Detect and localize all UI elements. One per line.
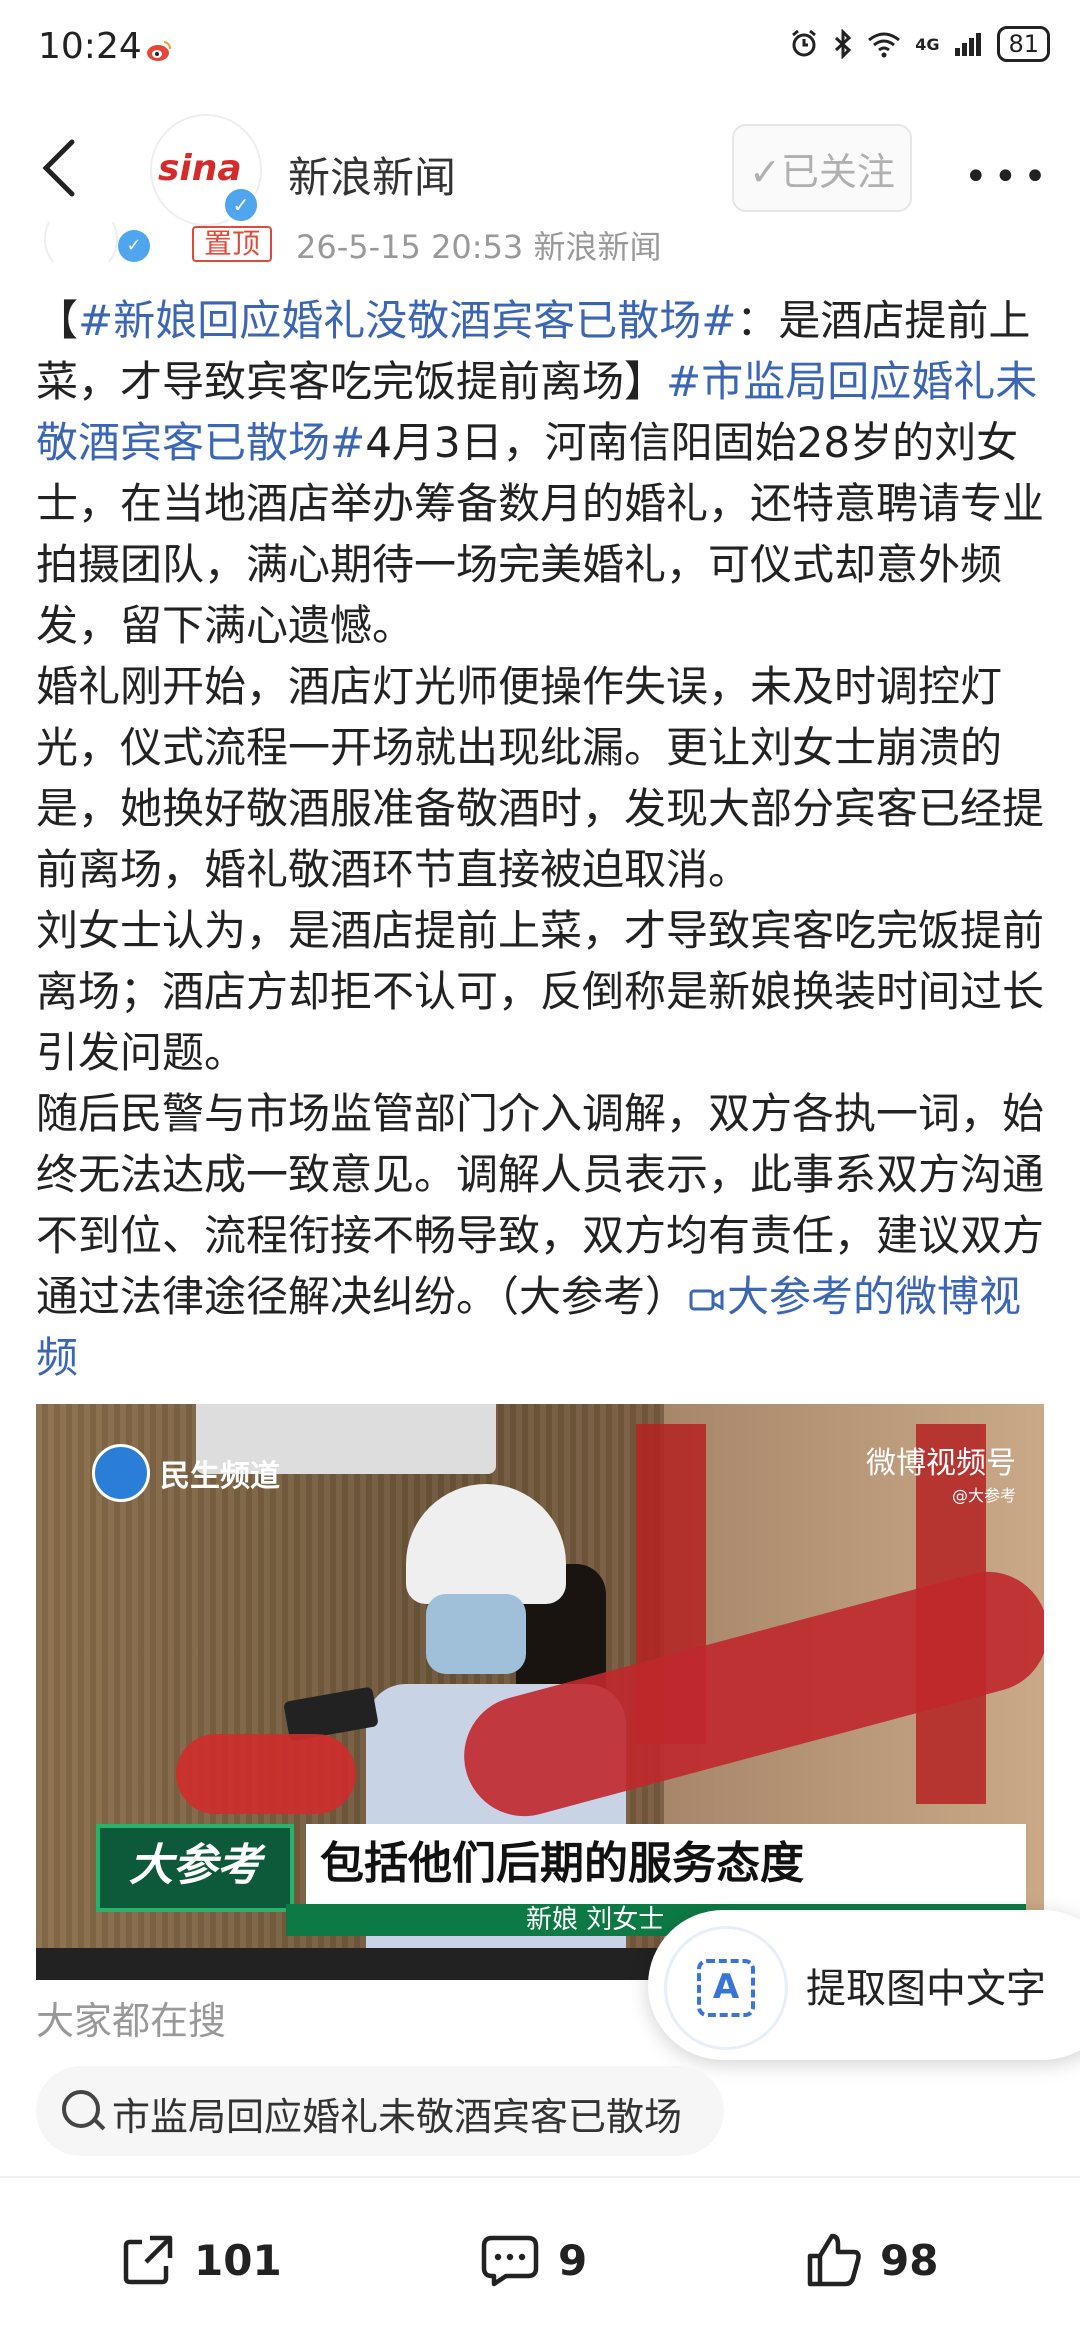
search-icon — [62, 2090, 100, 2128]
watermark-text: 微博视频号 — [866, 1446, 1016, 1481]
post-meta: ✓ 置顶 26-5-15 20:53 新浪新闻 — [0, 222, 1080, 262]
like-button[interactable]: 98 — [806, 2220, 938, 2300]
video-lower-third: 大参考 包括他们后期的服务态度 新娘 刘女士 — [96, 1824, 1026, 1936]
channel-logo: 民生频道 — [92, 1444, 280, 1502]
ocr-icon-letter: A — [697, 1959, 755, 2017]
weibo-video-watermark: 微博视频号 @大参考 — [866, 1438, 1016, 1506]
extract-text-button[interactable]: A 提取图中文字 — [648, 1910, 1080, 2060]
post-paragraph-1: 【#新娘回应婚礼没敬酒宾客已散场#：是酒店提前上菜，才导致宾客吃完饭提前离场】#… — [36, 290, 1046, 656]
account-name[interactable]: 新浪新闻 — [288, 144, 456, 205]
bracket-open: 【 — [36, 296, 79, 345]
video-player[interactable]: 民生频道 微博视频号 @大参考 大参考 包括他们后期的服务态度 新娘 刘女士 — [36, 1404, 1044, 1980]
extract-text-label: 提取图中文字 — [806, 1966, 1046, 2012]
post-time-source: 26-5-15 20:53 新浪新闻 — [296, 228, 662, 262]
weibo-notification-icon — [147, 41, 171, 61]
video-frame-mask — [426, 1594, 526, 1674]
wifi-icon — [868, 32, 901, 58]
share-button[interactable]: 101 — [120, 2220, 282, 2300]
trending-search-title: 大家都在搜 — [36, 1999, 227, 2043]
like-count: 98 — [880, 2235, 939, 2285]
ocr-icon: A — [664, 1926, 788, 2050]
thumbs-up-icon — [807, 2233, 861, 2287]
lower-third-caption: 包括他们后期的服务态度 — [306, 1824, 1026, 1904]
watermark-sub: @大参考 — [951, 1486, 1016, 1505]
follow-button[interactable]: ✓已关注 — [732, 124, 912, 212]
comment-icon — [481, 2235, 539, 2287]
4g-signal-icon — [955, 33, 982, 56]
post-content: 【#新娘回应婚礼没敬酒宾客已散场#：是酒店提前上菜，才导致宾客吃完饭提前离场】#… — [36, 290, 1046, 1388]
post-action-bar: 101 9 98 — [0, 2200, 1080, 2320]
network-label: 4G — [915, 34, 940, 54]
post-paragraph-4: 随后民警与市场监管部门介入调解，双方各执一词，始终无法达成一致意见。调解人员表示… — [36, 1083, 1046, 1388]
status-time: 10:24 — [38, 26, 142, 67]
trending-search-chip[interactable]: 市监局回应婚礼未敬酒宾客已散场 — [36, 2066, 724, 2156]
comment-count: 9 — [558, 2235, 588, 2285]
status-bar: 10:24 4G 81 — [0, 0, 1080, 100]
author-avatar[interactable] — [44, 222, 118, 262]
verified-badge-icon: ✓ — [222, 186, 260, 224]
battery-indicator: 81 — [997, 26, 1050, 62]
alarm-icon — [792, 29, 817, 57]
post-paragraph-3: 刘女士认为，是酒店提前上菜，才导致宾客吃完饭提前离场；酒店方却拒不认可，反倒称是… — [36, 906, 1045, 1077]
share-icon — [123, 2235, 173, 2285]
pinned-tag: 置顶 — [192, 226, 273, 262]
share-count: 101 — [194, 2235, 282, 2285]
lower-third-brand: 大参考 — [96, 1824, 294, 1912]
sina-logo: sina — [158, 148, 242, 189]
bluetooth-icon — [835, 29, 852, 59]
post-paragraph-2: 婚礼刚开始，酒店灯光师便操作失误，未及时调控灯光，仪式流程一开场就出现纰漏。更让… — [36, 662, 1045, 894]
comment-button[interactable]: 9 — [480, 2220, 587, 2300]
video-frame-cap — [406, 1484, 566, 1604]
back-arrow-icon[interactable] — [40, 138, 80, 198]
video-camera-icon — [689, 1289, 724, 1311]
hashtag-link[interactable]: #新娘回应婚礼没敬酒宾客已散场# — [78, 296, 736, 345]
channel-logo-icon — [92, 1444, 150, 1502]
status-icons: 4G 81 — [789, 26, 1050, 62]
channel-logo-text: 民生频道 — [160, 1459, 280, 1494]
more-options-icon[interactable]: ••• — [964, 154, 1053, 200]
post-header: sina ✓ 新浪新闻 ✓已关注 ••• — [0, 110, 1080, 230]
trending-search-query: 市监局回应婚礼未敬酒宾客已散场 — [112, 2095, 683, 2139]
video-frame-flowers — [176, 1734, 356, 1814]
divider — [0, 2176, 1080, 2178]
verified-badge-icon: ✓ — [118, 230, 150, 262]
